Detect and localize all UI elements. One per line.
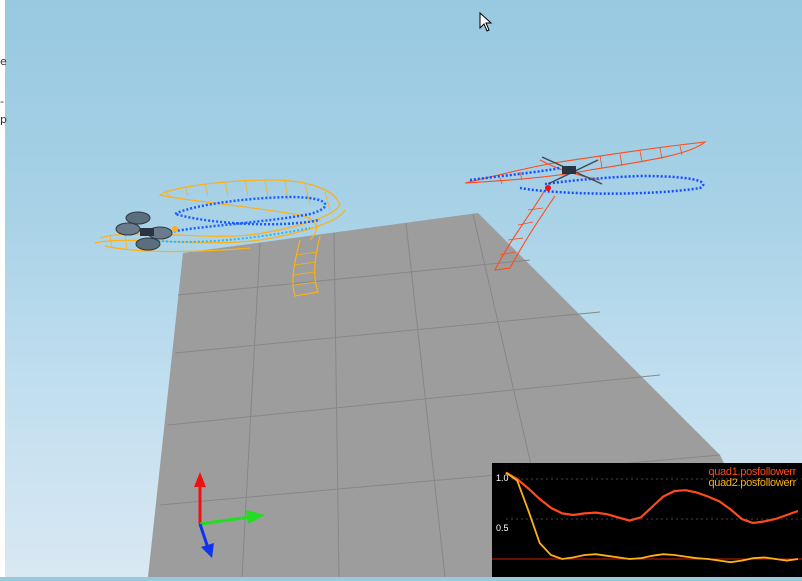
- sidebar-text-fragment: -: [0, 95, 4, 108]
- quad2-drone: [115, 211, 178, 251]
- sidebar-text-fragment: p: [0, 113, 7, 126]
- error-plot-panel[interactable]: quad1.posfollowerr quad2.posfollowerr 1.…: [492, 463, 802, 577]
- y-tick-label: 1.0: [496, 473, 509, 483]
- y-tick-label: 0.5: [496, 523, 509, 533]
- mouse-pointer-icon: [479, 11, 493, 36]
- legend-quad2: quad2.posfollowerr: [708, 477, 796, 489]
- sidebar-panel-edge: e - p: [0, 0, 7, 577]
- quad1-drone: [541, 156, 603, 191]
- plot-legend: quad1.posfollowerr quad2.posfollowerr: [708, 467, 796, 489]
- sidebar-text-fragment: e: [0, 55, 7, 68]
